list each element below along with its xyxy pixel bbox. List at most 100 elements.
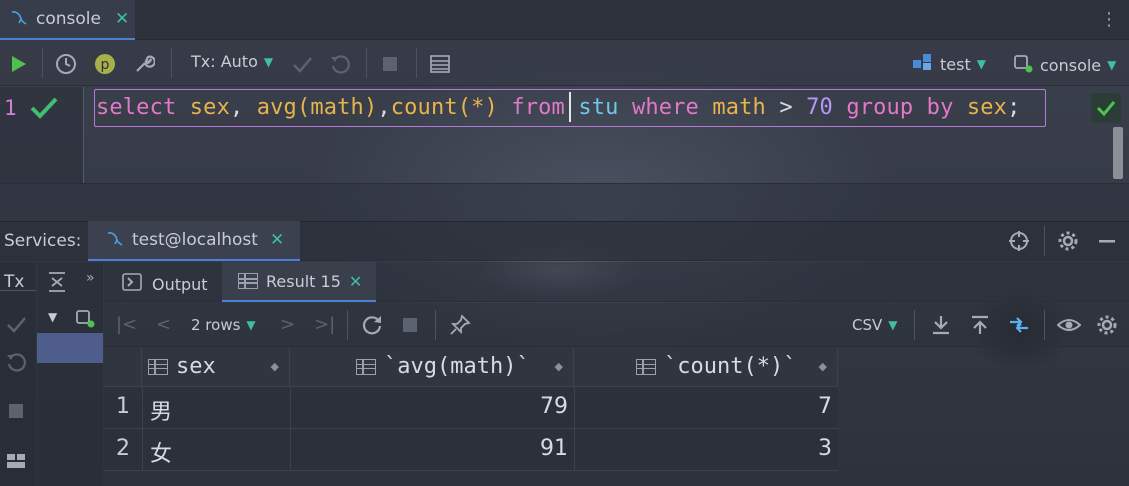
close-icon[interactable]: ✕ bbox=[270, 230, 284, 250]
toolbar-separator bbox=[914, 310, 915, 340]
mysql-icon bbox=[106, 229, 124, 252]
cell-avg-math[interactable]: 91 bbox=[290, 436, 568, 461]
cell-count[interactable]: 7 bbox=[574, 394, 832, 419]
toolbar-separator bbox=[416, 48, 417, 78]
commit-icon[interactable] bbox=[290, 52, 314, 76]
sort-icon[interactable]: ◆ bbox=[555, 360, 563, 373]
target-icon[interactable] bbox=[1007, 229, 1031, 253]
sql-token: 70 bbox=[806, 95, 833, 120]
tab-console[interactable]: console ✕ bbox=[0, 0, 135, 40]
tx-mode-dropdown[interactable]: Tx: Auto ▼ bbox=[191, 52, 273, 71]
rollback-icon[interactable] bbox=[4, 350, 28, 374]
wrench-icon[interactable] bbox=[132, 52, 156, 76]
layout-icon[interactable] bbox=[4, 449, 28, 473]
selected-tree-item[interactable] bbox=[37, 333, 103, 363]
session-icon bbox=[1012, 52, 1034, 78]
sql-token: group by bbox=[846, 95, 954, 120]
minimize-icon[interactable] bbox=[1095, 229, 1119, 253]
previous-page-icon[interactable]: < bbox=[156, 314, 171, 335]
stop-icon[interactable] bbox=[398, 313, 422, 337]
session-label: console bbox=[1040, 55, 1102, 75]
chevron-down-icon: ▼ bbox=[976, 57, 986, 71]
panel-splitter[interactable] bbox=[0, 183, 1129, 221]
sql-token: from bbox=[511, 95, 565, 120]
pin-icon[interactable] bbox=[448, 313, 472, 337]
profile-icon[interactable]: p bbox=[93, 52, 117, 76]
sql-token: select bbox=[96, 95, 177, 120]
sql-token: count bbox=[390, 95, 458, 120]
sort-icon[interactable]: ◆ bbox=[271, 360, 279, 373]
console-icon[interactable] bbox=[73, 306, 97, 330]
sql-token: , bbox=[377, 95, 391, 120]
stop-icon[interactable] bbox=[378, 52, 402, 76]
tab-output-label: Output bbox=[152, 274, 208, 294]
line-number: 1 bbox=[4, 96, 17, 120]
eye-icon[interactable] bbox=[1057, 313, 1081, 337]
gear-icon[interactable] bbox=[1056, 229, 1080, 253]
download-icon[interactable] bbox=[929, 313, 953, 337]
column-header-sex[interactable]: sex ◆ bbox=[142, 347, 290, 387]
run-icon[interactable] bbox=[6, 52, 30, 76]
table-icon bbox=[238, 273, 258, 289]
collapse-icon[interactable] bbox=[45, 270, 69, 294]
column-icon bbox=[148, 358, 168, 375]
close-icon[interactable]: ✕ bbox=[349, 272, 362, 291]
export-format-label: CSV bbox=[852, 316, 883, 334]
table-row[interactable]: 2 女 91 3 bbox=[104, 429, 838, 471]
datasource-dropdown[interactable]: test ▼ bbox=[912, 52, 986, 76]
chevron-down-icon[interactable]: ▼ bbox=[48, 310, 57, 324]
sql-token: math bbox=[310, 95, 364, 120]
table-row[interactable]: 1 男 79 7 bbox=[104, 387, 838, 429]
toolbar-separator bbox=[42, 48, 43, 78]
editor-scrollbar[interactable] bbox=[1113, 127, 1123, 179]
more-vertical-icon[interactable]: ⋮ bbox=[1100, 8, 1118, 32]
tab-test-localhost[interactable]: test@localhost ✕ bbox=[88, 221, 300, 261]
toolbar-separator bbox=[347, 310, 348, 340]
tx-mode-label: Tx: Auto bbox=[191, 52, 258, 71]
cell-avg-math[interactable]: 79 bbox=[290, 394, 568, 419]
commit-icon[interactable] bbox=[4, 312, 28, 336]
table-layout-icon[interactable] bbox=[428, 52, 452, 76]
rollback-icon[interactable] bbox=[328, 52, 352, 76]
session-dropdown[interactable]: console ▼ bbox=[1012, 52, 1116, 78]
reload-icon[interactable] bbox=[360, 313, 384, 337]
compare-icon[interactable] bbox=[1007, 313, 1031, 337]
sql-editor-line[interactable]: select sex, avg(math),count(*) from stu … bbox=[96, 95, 1020, 120]
inspection-ok-icon[interactable] bbox=[1091, 93, 1121, 123]
tab-result[interactable]: Result 15 ✕ bbox=[222, 262, 376, 302]
row-number: 2 bbox=[116, 436, 130, 461]
sort-icon[interactable]: ◆ bbox=[819, 360, 827, 373]
cell-count[interactable]: 3 bbox=[574, 436, 832, 461]
cell-sex[interactable]: 女 bbox=[150, 436, 172, 468]
last-page-icon[interactable]: >| bbox=[314, 314, 335, 335]
svg-text:p: p bbox=[101, 57, 110, 73]
first-page-icon[interactable]: |< bbox=[116, 314, 137, 335]
gear-icon[interactable] bbox=[1095, 313, 1119, 337]
cell-sex[interactable]: 男 bbox=[150, 394, 172, 426]
column-header-count[interactable]: `count(*)` ◆ bbox=[574, 347, 838, 387]
close-icon[interactable]: ✕ bbox=[115, 9, 129, 29]
row-number-header bbox=[104, 347, 142, 387]
export-format-dropdown[interactable]: CSV ▼ bbox=[852, 316, 898, 334]
next-page-icon[interactable]: > bbox=[280, 314, 295, 335]
tx-underline bbox=[0, 290, 36, 291]
chevron-down-icon: ▼ bbox=[1107, 58, 1117, 72]
toolbar-separator bbox=[171, 48, 172, 78]
rows-dropdown[interactable]: 2 rows ▼ bbox=[191, 316, 256, 334]
upload-icon[interactable] bbox=[968, 313, 992, 337]
history-icon[interactable] bbox=[54, 52, 78, 76]
toolbar-separator bbox=[1044, 310, 1045, 340]
datasource-label: test bbox=[940, 54, 971, 74]
sql-token: sex bbox=[189, 95, 230, 120]
tab-output[interactable]: Output bbox=[122, 273, 208, 295]
toolbar-separator bbox=[366, 48, 367, 78]
column-header-avg-math[interactable]: `avg(math)` ◆ bbox=[290, 347, 574, 387]
more-icon[interactable]: » bbox=[86, 270, 95, 286]
sql-token: math bbox=[712, 95, 766, 120]
column-header-label: sex bbox=[176, 354, 216, 379]
stop-icon[interactable] bbox=[4, 399, 28, 423]
